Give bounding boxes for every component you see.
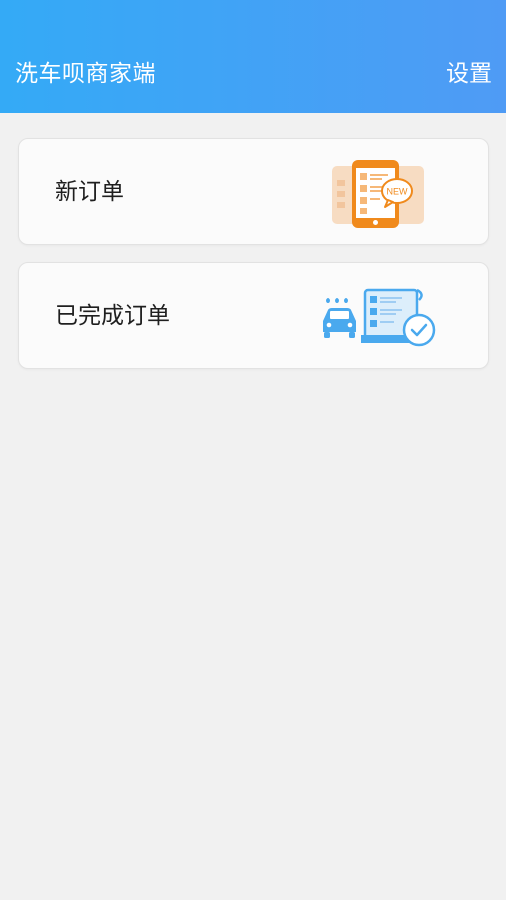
app-header: 洗车呗商家端 设置 xyxy=(0,0,506,113)
app-title: 洗车呗商家端 xyxy=(15,61,156,87)
new-orders-card[interactable]: 新订单 NEW xyxy=(18,138,489,245)
new-orders-label: 新订单 xyxy=(55,179,124,205)
new-order-icon: NEW xyxy=(332,160,424,228)
new-badge-text: NEW xyxy=(387,187,409,197)
completed-orders-label: 已完成订单 xyxy=(55,303,170,329)
completed-orders-card[interactable]: 已完成订单 xyxy=(18,262,489,369)
completed-order-icon xyxy=(323,288,436,347)
settings-button[interactable]: 设置 xyxy=(446,59,492,89)
